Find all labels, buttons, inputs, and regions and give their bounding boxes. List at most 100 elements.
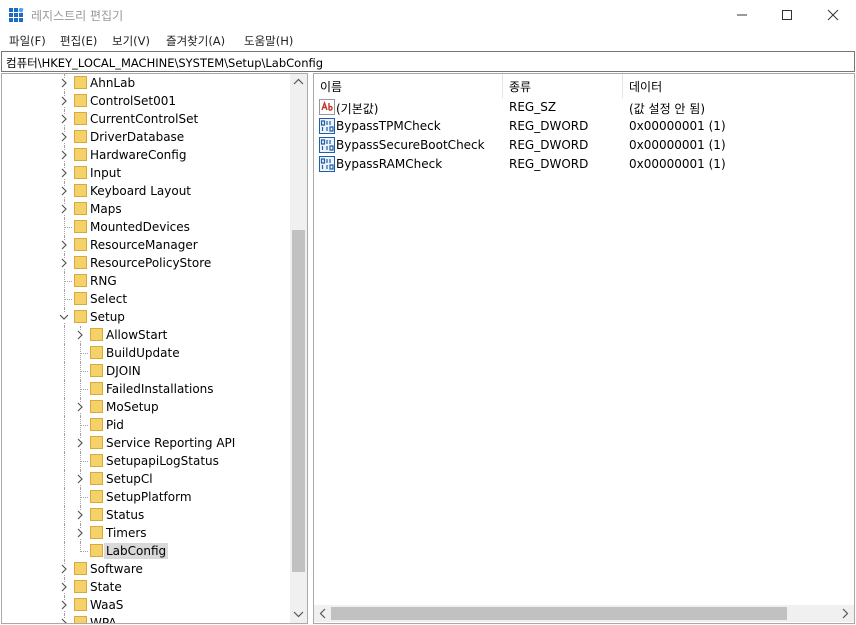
tree-item-label: AllowStart (106, 328, 168, 342)
tree-item[interactable]: LabConfig (2, 542, 290, 560)
chevron-right-icon[interactable] (59, 168, 69, 178)
tree-scroll-thumb[interactable] (292, 230, 305, 572)
value-list-pane[interactable]: 이름 종류 데이터 (기본값) REG_SZ (값 설정 안 됨) BypassTPM… (313, 73, 855, 624)
chevron-right-icon[interactable] (59, 240, 69, 250)
chevron-right-icon[interactable] (59, 96, 69, 106)
chevron-right-icon[interactable] (75, 330, 85, 340)
tree-item-label: Pid (106, 418, 124, 432)
tree-item[interactable]: Timers (2, 524, 290, 542)
chevron-down-icon[interactable] (59, 312, 69, 322)
maximize-button[interactable] (764, 0, 810, 30)
tree-item[interactable]: RNG (2, 272, 290, 290)
tree-item[interactable]: Setup (2, 308, 290, 326)
tree-item[interactable]: HardwareConfig (2, 146, 290, 164)
tree-item[interactable]: ControlSet001 (2, 92, 290, 110)
chevron-right-icon[interactable] (75, 510, 85, 520)
value-data: 0x00000001 (1) (629, 119, 726, 133)
tree-guide-line (64, 326, 65, 344)
column-header-name[interactable]: 이름 (314, 74, 503, 98)
tree-item-label: DriverDatabase (90, 130, 185, 144)
chevron-right-icon[interactable] (59, 132, 69, 142)
chevron-right-icon[interactable] (59, 78, 69, 88)
tree-item-label: State (90, 580, 122, 594)
chevron-right-icon[interactable] (59, 564, 69, 574)
tree-item[interactable]: MoSetup (2, 398, 290, 416)
menu-favorites[interactable]: 즐겨찾기(A) (166, 33, 225, 49)
tree-item[interactable]: Maps (2, 200, 290, 218)
value-row[interactable]: BypassTPMCheck REG_DWORD 0x00000001 (1) (314, 117, 854, 136)
close-icon (827, 9, 839, 21)
menu-view[interactable]: 보기(V) (112, 33, 150, 49)
chevron-right-icon[interactable] (59, 258, 69, 268)
scroll-right-icon[interactable] (840, 608, 850, 619)
menu-edit[interactable]: 편집(E) (60, 33, 97, 49)
tree-item[interactable]: Keyboard Layout (2, 182, 290, 200)
folder-icon (74, 310, 87, 323)
tree-item[interactable]: Service Reporting API (2, 434, 290, 452)
close-button[interactable] (810, 0, 856, 30)
chevron-right-icon[interactable] (59, 114, 69, 124)
chevron-right-icon[interactable] (75, 528, 85, 538)
tree-guide-line (64, 281, 72, 282)
tree-item[interactable]: Select (2, 290, 290, 308)
chevron-right-icon[interactable] (75, 402, 85, 412)
tree-item-label: SetupPlatform (106, 490, 192, 504)
value-row[interactable]: BypassSecureBootCheck REG_DWORD 0x00000001… (314, 136, 854, 155)
tree-item[interactable]: WPA (2, 614, 290, 623)
list-horizontal-scrollbar[interactable] (314, 605, 854, 622)
tree-item[interactable]: State (2, 578, 290, 596)
chevron-right-icon[interactable] (59, 618, 69, 623)
chevron-right-icon[interactable] (75, 474, 85, 484)
address-path[interactable]: 컴퓨터\HKEY_LOCAL_MACHINE\SYSTEM\Setup\LabC… (6, 55, 323, 71)
tree-vertical-scrollbar[interactable] (290, 74, 307, 623)
tree-item[interactable]: ResourcePolicyStore (2, 254, 290, 272)
tree-item[interactable]: AhnLab (2, 74, 290, 92)
tree-item[interactable]: ResourceManager (2, 236, 290, 254)
tree-item[interactable]: CurrentControlSet (2, 110, 290, 128)
folder-icon (74, 94, 87, 107)
scroll-up-icon[interactable] (293, 77, 304, 87)
folder-icon (90, 544, 103, 557)
tree-item[interactable]: SetupapiLogStatus (2, 452, 290, 470)
chevron-right-icon[interactable] (59, 204, 69, 214)
folder-icon (74, 274, 87, 287)
tree-item[interactable]: SetupPlatform (2, 488, 290, 506)
tree-item-label: Service Reporting API (106, 436, 236, 450)
scroll-down-icon[interactable] (293, 609, 304, 619)
tree-item[interactable]: DJOIN (2, 362, 290, 380)
tree-guide-line (64, 488, 65, 506)
value-row[interactable]: (기본값) REG_SZ (값 설정 안 됨) (314, 98, 854, 117)
tree-item[interactable]: SetupCl (2, 470, 290, 488)
chevron-right-icon[interactable] (59, 600, 69, 610)
tree-item[interactable]: BuildUpdate (2, 344, 290, 362)
tree-item[interactable]: AllowStart (2, 326, 290, 344)
value-data: 0x00000001 (1) (629, 157, 726, 171)
scroll-left-icon[interactable] (318, 608, 328, 619)
folder-icon (90, 418, 103, 431)
tree-item[interactable]: DriverDatabase (2, 128, 290, 146)
tree-item[interactable]: Status (2, 506, 290, 524)
address-bar[interactable]: 컴퓨터\HKEY_LOCAL_MACHINE\SYSTEM\Setup\LabC… (1, 51, 855, 72)
chevron-right-icon[interactable] (75, 438, 85, 448)
list-scroll-thumb[interactable] (331, 607, 787, 620)
tree-item[interactable]: FailedInstallations (2, 380, 290, 398)
minimize-button[interactable] (719, 0, 765, 30)
value-type: REG_DWORD (509, 119, 589, 133)
tree-item[interactable]: WaaS (2, 596, 290, 614)
column-header-type[interactable]: 종류 (503, 74, 623, 98)
chevron-right-icon[interactable] (59, 186, 69, 196)
tree-item[interactable]: Software (2, 560, 290, 578)
tree-item[interactable]: Input (2, 164, 290, 182)
key-tree-pane[interactable]: AhnLab ControlSet001 CurrentControlSet Driv… (1, 73, 308, 624)
tree-item-label: Status (106, 508, 145, 522)
menu-file[interactable]: 파일(F) (9, 33, 46, 49)
tree-item[interactable]: MountedDevices (2, 218, 290, 236)
tree-guide-line (64, 380, 65, 398)
column-header-data[interactable]: 데이터 (623, 74, 854, 98)
chevron-right-icon[interactable] (59, 150, 69, 160)
chevron-right-icon[interactable] (59, 582, 69, 592)
menu-help[interactable]: 도움말(H) (244, 33, 293, 49)
value-name: (기본값) (336, 102, 379, 116)
value-row[interactable]: BypassRAMCheck REG_DWORD 0x00000001 (1) (314, 155, 854, 174)
tree-item[interactable]: Pid (2, 416, 290, 434)
